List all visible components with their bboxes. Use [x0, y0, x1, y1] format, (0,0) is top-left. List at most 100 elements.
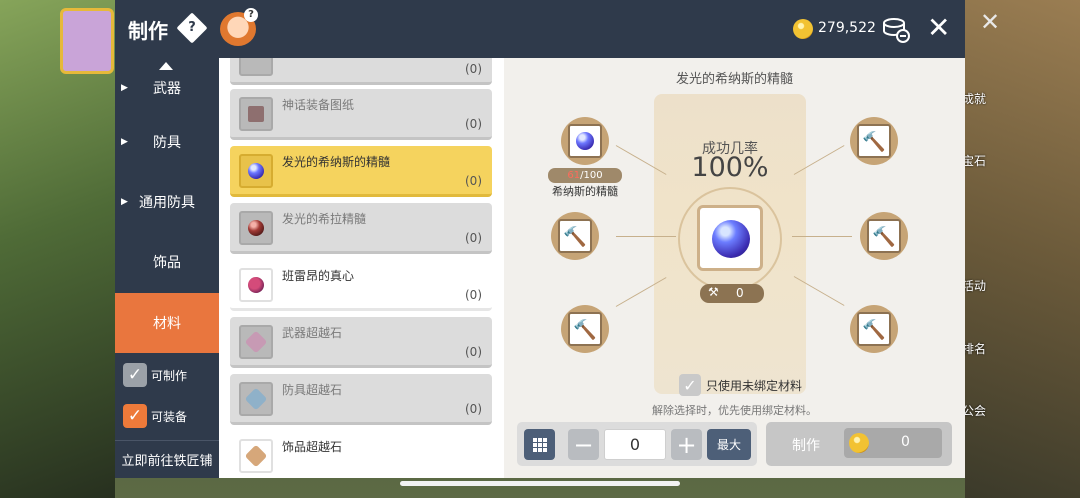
decrease-button[interactable]: −: [568, 429, 599, 460]
filter-equippable[interactable]: ✓ 可装备: [123, 404, 187, 428]
craft-cost: 0: [844, 428, 942, 458]
item-count: (0): [465, 231, 482, 245]
side-label-rank: 排名: [962, 342, 987, 356]
craft-item-title: 发光的希纳斯的精髓: [675, 72, 793, 87]
item-thumbnail: [239, 58, 273, 76]
list-item[interactable]: 防具超越石 (0): [230, 374, 492, 425]
item-name: 发光的希拉精髓: [282, 212, 367, 226]
list-item[interactable]: (0): [230, 58, 492, 85]
cygnus-essence-icon: [576, 132, 594, 150]
material-count: 61/100: [548, 168, 622, 183]
item-count: (0): [465, 345, 482, 359]
item-name: 防具超越石: [282, 383, 343, 397]
cygnus-essence-icon: [239, 154, 273, 188]
category-label: 材料: [153, 316, 181, 332]
result-item-slot[interactable]: [697, 205, 763, 271]
filter-label: 可装备: [151, 409, 188, 424]
connector-line: [792, 236, 852, 237]
expand-arrow-icon: ▶: [121, 137, 128, 147]
item-count: (0): [465, 174, 482, 188]
quantity-input[interactable]: [604, 429, 666, 460]
side-label-guild: 公会: [962, 404, 987, 418]
category-armor[interactable]: ▶ 防具: [115, 112, 219, 172]
item-count: (0): [465, 62, 482, 76]
category-label: 通用防具: [139, 195, 195, 211]
category-common-armor[interactable]: ▶ 通用防具: [115, 172, 219, 232]
fox-mascot-icon[interactable]: [220, 8, 258, 46]
craft-count: 0: [736, 286, 744, 300]
quantity-stepper: − + 最大: [517, 422, 757, 466]
hammer-icon: 🔨: [857, 312, 891, 346]
category-label: 饰品: [153, 255, 181, 271]
material-slot-1[interactable]: [561, 117, 609, 165]
material-name: 希纳斯的精髓: [552, 185, 618, 198]
meso-coin-icon: [849, 433, 869, 453]
title-bar: 制作 ? 279,522 ✕: [115, 0, 965, 58]
category-weapon[interactable]: ▶ 武器: [115, 58, 219, 118]
list-item[interactable]: 神话装备图纸 (0): [230, 89, 492, 140]
checkbox-craftable[interactable]: ✓: [123, 363, 147, 387]
weapon-stone-icon: [239, 325, 273, 359]
calculator-button[interactable]: [524, 429, 555, 460]
category-sidebar: ▶ 武器 ▶ 防具 ▶ 通用防具 饰品 材料 ✓ 可制作 ✓ 可装备 立即前往铁…: [115, 58, 219, 478]
material-have: 61: [567, 170, 581, 181]
side-label-gem: 宝石: [962, 154, 987, 168]
checkbox-equippable[interactable]: ✓: [123, 404, 147, 428]
increase-button[interactable]: +: [671, 429, 702, 460]
list-item[interactable]: 发光的希拉精髓 (0): [230, 203, 492, 254]
craft-button-label: 制作: [792, 438, 820, 454]
meso-coin-icon: [793, 19, 813, 39]
filter-label: 可制作: [151, 368, 188, 383]
item-name: 班雷昂的真心: [282, 269, 355, 283]
category-label: 武器: [153, 81, 181, 97]
expand-arrow-icon: ▶: [121, 83, 128, 93]
character-avatar: [60, 8, 114, 74]
blueprint-icon: [239, 97, 273, 131]
hammer-icon: 🔨: [568, 312, 602, 346]
material-slot-inner: [568, 124, 602, 158]
hammer-icon: 🔨: [558, 219, 592, 253]
home-indicator[interactable]: [400, 481, 680, 486]
max-button[interactable]: 最大: [707, 429, 751, 460]
material-slot-6[interactable]: 🔨: [850, 305, 898, 353]
list-item[interactable]: 班雷昂的真心 (0): [230, 260, 492, 311]
craft-button[interactable]: 制作 0: [766, 422, 952, 466]
list-item[interactable]: 饰品超越石: [230, 431, 492, 478]
unbound-only-checkbox[interactable]: ✓: [679, 374, 701, 396]
item-name: 发光的希纳斯的精髓: [282, 155, 391, 169]
armor-stone-icon: [239, 382, 273, 416]
material-slot-3[interactable]: 🔨: [561, 305, 609, 353]
calculator-icon: [532, 437, 547, 452]
game-background-right: [965, 0, 1080, 498]
goto-blacksmith-button[interactable]: 立即前往铁匠铺: [115, 440, 219, 478]
category-material[interactable]: 材料: [115, 293, 219, 353]
craft-count-badge: ⚒ 0: [700, 284, 764, 303]
unbound-only-toggle[interactable]: ✓ 只使用未绑定材料: [679, 374, 802, 396]
list-item[interactable]: 武器超越石 (0): [230, 317, 492, 368]
category-accessory[interactable]: 饰品: [115, 232, 219, 292]
success-rate-value: 100%: [691, 152, 769, 183]
diamond-question-icon[interactable]: ?: [176, 12, 208, 44]
recipe-stack-icon[interactable]: [880, 15, 910, 43]
material-need: /100: [580, 170, 603, 181]
expand-arrow-icon: ▶: [121, 197, 128, 207]
item-count: (0): [465, 402, 482, 416]
accessory-stone-icon: [239, 439, 273, 473]
material-slot-4[interactable]: 🔨: [850, 117, 898, 165]
filter-craftable[interactable]: ✓ 可制作: [123, 363, 187, 387]
list-item-selected[interactable]: 发光的希纳斯的精髓 (0): [230, 146, 492, 197]
close-icon[interactable]: ✕: [927, 12, 950, 44]
hilla-essence-icon: [239, 211, 273, 245]
currency-amount: 279,522: [818, 20, 876, 36]
craft-cost-value: 0: [901, 434, 910, 450]
item-count: (0): [465, 117, 482, 131]
background-close-icon: ✕: [980, 8, 1001, 36]
material-slot-2[interactable]: 🔨: [551, 212, 599, 260]
unbound-only-label: 只使用未绑定材料: [706, 378, 803, 393]
hammer-icon: ⚒: [708, 285, 719, 299]
connector-line: [616, 236, 676, 237]
material-slot-5[interactable]: 🔨: [860, 212, 908, 260]
craft-panel: 发光的希纳斯的精髓 成功几率 100% ⚒ 0 61/100 希纳斯的精髓 🔨 …: [504, 58, 965, 478]
hammer-icon: 🔨: [857, 124, 891, 158]
crafting-window: 制作 ? 279,522 ✕ ▶ 武器 ▶ 防具 ▶ 通用防具 饰品: [115, 0, 965, 478]
